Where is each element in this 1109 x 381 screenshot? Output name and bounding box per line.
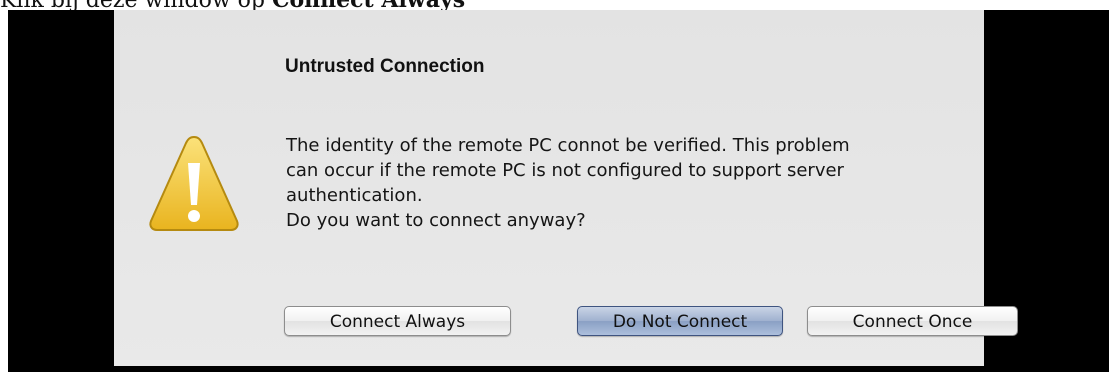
do-not-connect-button[interactable]: Do Not Connect [577, 306, 783, 336]
warning-triangle-icon [148, 133, 240, 233]
instruction-caption: Klik bij deze window op Connect Always [0, 0, 465, 12]
dialog-message: The identity of the remote PC connot be … [286, 133, 1026, 233]
message-line: can occur if the remote PC is not config… [286, 160, 844, 181]
message-line: The identity of the remote PC connot be … [286, 135, 850, 156]
dialog-title: Untrusted Connection [285, 56, 485, 77]
message-line: Do you want to connect anyway? [286, 210, 586, 231]
message-line: authentication. [286, 185, 423, 206]
connect-always-button[interactable]: Connect Always [284, 306, 511, 336]
connect-once-button[interactable]: Connect Once [807, 306, 1018, 336]
